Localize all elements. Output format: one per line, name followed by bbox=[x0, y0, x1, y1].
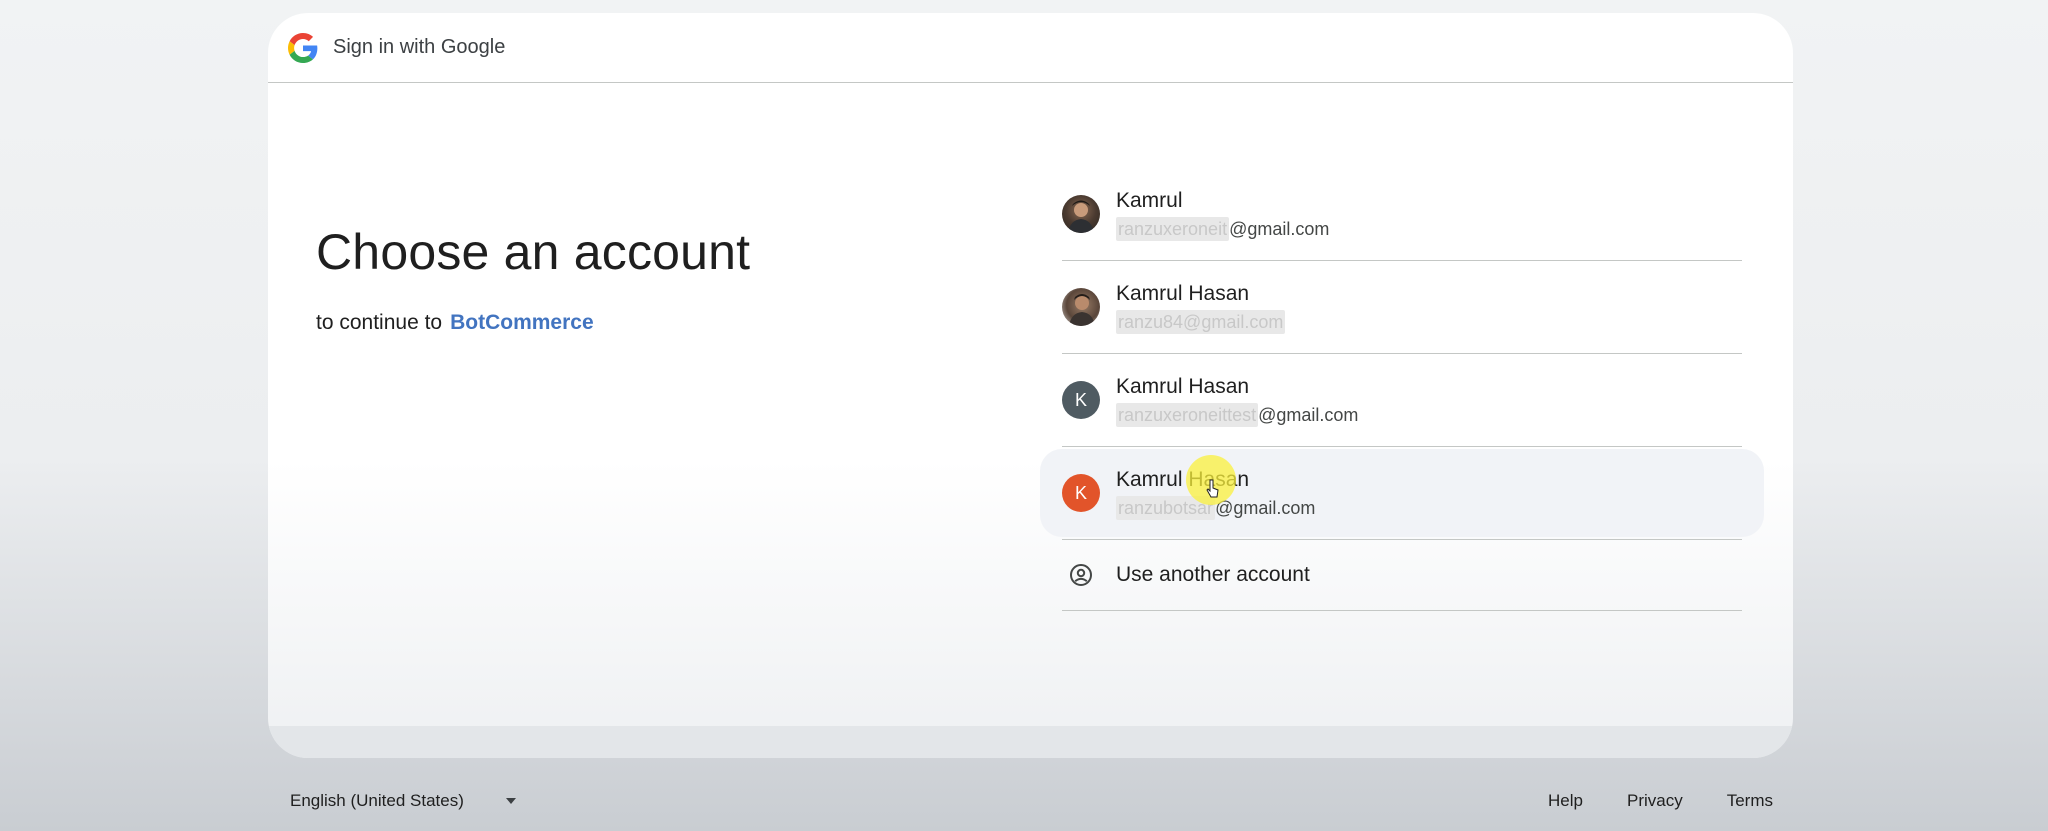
sign-in-card: Sign in with Google Choose an account to… bbox=[268, 13, 1793, 758]
card-bottom-band bbox=[268, 726, 1793, 758]
left-pane: Choose an account to continue to BotComm… bbox=[316, 223, 750, 335]
pointer-cursor-icon bbox=[1206, 479, 1219, 498]
subtitle-prefix: to continue to bbox=[316, 311, 443, 334]
footer: English (United States) Help Privacy Ter… bbox=[268, 786, 1773, 816]
account-text: Kamrul Hasan ranzuxeroneittest @gmail.co… bbox=[1116, 373, 1358, 427]
email-domain: @gmail.com bbox=[1215, 498, 1316, 518]
avatar-photo-icon bbox=[1068, 200, 1094, 233]
avatar: K bbox=[1062, 474, 1100, 512]
use-another-account-button[interactable]: Use another account bbox=[1062, 540, 1742, 611]
use-another-account-label: Use another account bbox=[1116, 563, 1310, 586]
account-list: Kamrul ranzuxeroneit @gmail.com Kamrul H… bbox=[1040, 168, 1764, 611]
page-title: Choose an account bbox=[316, 224, 751, 280]
terms-link[interactable]: Terms bbox=[1727, 791, 1773, 811]
avatar bbox=[1062, 195, 1100, 233]
account-email: ranzu84@gmail.com bbox=[1116, 310, 1286, 334]
email-redacted: ranzubotsar bbox=[1116, 496, 1216, 520]
account-text: Kamrul ranzuxeroneit @gmail.com bbox=[1116, 187, 1329, 241]
email-domain: @gmail.com bbox=[1229, 219, 1330, 239]
email-domain: @gmail.com bbox=[1258, 405, 1359, 425]
email-redacted: ranzu84@gmail.com bbox=[1116, 310, 1286, 334]
account-name: Kamrul Hasan bbox=[1116, 282, 1250, 305]
account-circle-icon bbox=[1062, 556, 1100, 594]
avatar: K bbox=[1062, 381, 1100, 419]
account-row[interactable]: K Kamrul Hasan ranzuxeroneittest @gmail.… bbox=[1062, 354, 1742, 447]
card-header: Sign in with Google bbox=[268, 13, 1793, 83]
account-text: Kamrul Hasan ranzu84@gmail.com bbox=[1116, 280, 1286, 334]
account-name: Kamrul bbox=[1116, 189, 1183, 212]
footer-links: Help Privacy Terms bbox=[1504, 791, 1773, 811]
account-email: ranzubotsar @gmail.com bbox=[1116, 496, 1315, 520]
app-name-link[interactable]: BotCommerce bbox=[450, 311, 594, 335]
avatar bbox=[1062, 288, 1100, 326]
account-row[interactable]: Kamrul ranzuxeroneit @gmail.com bbox=[1062, 168, 1742, 261]
email-redacted: ranzuxeroneit bbox=[1116, 217, 1230, 241]
caret-down-icon bbox=[505, 798, 516, 804]
language-label: English (United States) bbox=[290, 791, 464, 810]
help-link[interactable]: Help bbox=[1548, 791, 1583, 811]
subtitle: to continue to BotCommerce bbox=[316, 311, 750, 335]
account-row-hovered[interactable]: K Kamrul Hasan ranzubotsar @gmail.com bbox=[1040, 447, 1764, 540]
privacy-link[interactable]: Privacy bbox=[1627, 791, 1683, 811]
google-g-icon bbox=[288, 32, 318, 63]
header-title: Sign in with Google bbox=[333, 36, 506, 58]
account-email: ranzuxeroneit @gmail.com bbox=[1116, 217, 1329, 241]
language-select[interactable]: English (United States) bbox=[290, 791, 516, 811]
email-redacted: ranzuxeroneittest bbox=[1116, 403, 1259, 427]
avatar-photo-icon bbox=[1069, 294, 1095, 326]
account-email: ranzuxeroneittest @gmail.com bbox=[1116, 403, 1358, 427]
account-name: Kamrul Hasan bbox=[1116, 375, 1250, 398]
account-row[interactable]: Kamrul Hasan ranzu84@gmail.com bbox=[1062, 261, 1742, 354]
